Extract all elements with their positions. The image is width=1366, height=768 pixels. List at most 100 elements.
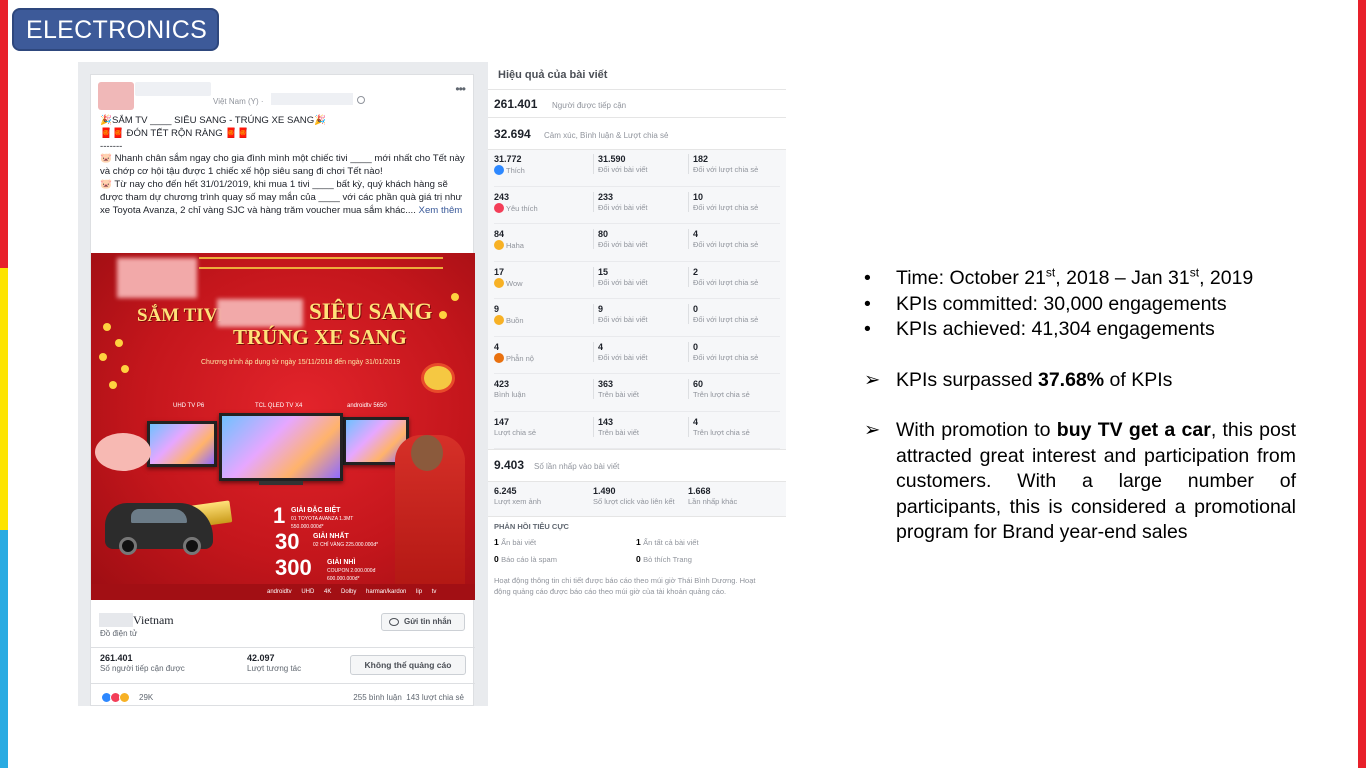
apricot-flower-icon — [109, 381, 117, 389]
reaction-label-text: Đối với bài viết — [598, 202, 648, 212]
click-label: Lần nhấp khác — [688, 497, 738, 506]
reaction-cell: 147 Lượt chia sẻ — [494, 417, 586, 437]
reaction-label: Đối với bài viết — [598, 165, 685, 174]
boost-post-button[interactable]: Không thể quảng cáo — [350, 655, 466, 675]
negative-value: 0 — [494, 554, 499, 564]
reaction-label: Phẫn nộ — [494, 352, 586, 363]
brand-strip: androidtv UHD 4K Dolby harman/kardon lip… — [91, 584, 475, 600]
reaction-label-text: Wow — [506, 278, 523, 288]
reaction-emoji-icon — [494, 165, 504, 175]
reaction-label-text: Đối với bài viết — [598, 240, 648, 249]
reaction-value: 4 — [598, 341, 604, 352]
blurred-post-date — [271, 93, 353, 105]
negative-label: Ẩn bài viết — [501, 538, 537, 547]
reaction-row: 4 Phẫn nộ 4 Đối với bài viết 0 Đối với lượt c… — [494, 337, 780, 374]
reaction-cell: 31.590 Đối với bài viết — [593, 154, 685, 174]
page-avatar[interactable] — [98, 82, 134, 110]
promo-banner-image[interactable]: SẮM TIVI SIÊU SANG TRÚNG XE SANG Chương … — [91, 253, 475, 600]
section-tag: ELECTRONICS — [12, 8, 219, 51]
more-options-icon[interactable]: ••• — [455, 83, 466, 95]
reaction-label-text: Lượt chia sẻ — [494, 427, 537, 437]
prize-3: 300 — [275, 555, 312, 581]
reaction-label: Đối với bài viết — [598, 315, 685, 324]
apricot-flower-icon — [439, 311, 447, 319]
reaction-cell: 233 Đối với bài viết — [593, 191, 685, 212]
reach-stat: 261.401 Số người tiếp cận được — [100, 653, 185, 673]
reaction-value: 4 — [693, 229, 699, 239]
reaction-label: Đối với lượt chia sẻ — [693, 203, 780, 212]
post-line: 🐷 Nhanh chân sắm ngay cho gia đình mình … — [100, 153, 465, 178]
clicks-row: 9.403 Số lần nhấp vào bài viết — [488, 449, 786, 481]
reaction-label-text: Đối với lượt chia sẻ — [693, 277, 759, 287]
banner-title-2: TRÚNG XE SANG — [233, 325, 407, 349]
post-counts: 255 bình luận 143 lượt chia sẻ — [353, 693, 464, 702]
negative-stat: 1 Ẩn bài viết — [494, 537, 536, 547]
left-stripe-red — [0, 0, 8, 268]
reaction-label: Đối với bài viết — [598, 203, 685, 212]
reaction-label-text: Đối với bài viết — [598, 352, 648, 362]
prize-title: GIẢI ĐẶC BIỆT — [291, 507, 341, 514]
prize-number: 30 — [275, 529, 300, 554]
reaction-value: 243 — [494, 191, 510, 202]
comments-count[interactable]: 255 bình luận — [353, 693, 402, 702]
page-name[interactable]: Vietnam — [133, 613, 174, 628]
insights-title: Hiệu quả của bài viết — [498, 69, 608, 81]
reaction-cell: 4 Trên lượt chia sẻ — [688, 416, 780, 437]
prize-number: 1 — [273, 503, 286, 528]
kpi-committed: KPIs committed: 30,000 engagements — [896, 292, 1227, 315]
reaction-row: 9 Buồn 9 Đối với bài viết 0 Đối với lượt chia… — [494, 299, 780, 337]
bullet-time: • Time: October 21st, 2018 – Jan 31st, 2… — [862, 266, 1296, 292]
reaction-label: Đối với lượt chia sẻ — [693, 278, 780, 287]
negative-value: 0 — [636, 554, 641, 564]
negative-value: 1 — [636, 537, 641, 547]
apricot-flower-icon — [115, 339, 123, 347]
prize-title: GIẢI NHẤT — [313, 533, 349, 540]
apricot-flower-icon — [99, 353, 107, 361]
surpassed-prefix: KPIs surpassed — [896, 368, 1038, 391]
reaction-label: Haha — [494, 240, 586, 250]
tv-label: TCL QLED TV X4 — [255, 403, 303, 409]
reaction-value: 10 — [693, 191, 704, 202]
prize-1-label: GIẢI ĐẶC BIỆT 01 TOYOTA AVANZA 1.3MT 550… — [291, 507, 371, 531]
banner-subtitle: Chương trình áp dụng từ ngày 15/11/2018 … — [201, 359, 401, 366]
reaction-value: 143 — [598, 416, 614, 427]
reaction-label: Đối với bài viết — [598, 278, 685, 287]
reaction-label-text: Đối với bài viết — [598, 165, 648, 174]
post-insights-panel: Hiệu quả của bài viết 261.401 Người được… — [488, 62, 788, 706]
time-suffix: , 2019 — [1199, 267, 1254, 289]
banner-ornament — [199, 257, 443, 269]
car-wheel — [183, 537, 201, 555]
engagement-stat: 42.097 Lượt tương tác — [247, 653, 301, 673]
reaction-label-text: Yêu thích — [506, 203, 538, 213]
apricot-flower-icon — [121, 365, 129, 373]
prize-number: 300 — [275, 555, 312, 580]
reaction-row: 243 Yêu thích 233 Đối với bài viết 10 Đối với… — [494, 187, 780, 224]
bullet-dot: • — [864, 318, 871, 340]
reaction-value: 147 — [494, 416, 510, 427]
blurred-logo — [117, 258, 197, 298]
divider — [91, 683, 475, 684]
banner-title-1b: SIÊU SANG — [309, 299, 433, 324]
facebook-screenshot: Việt Nam (Y) · ••• 🎉SẮM TV ____ SIÊU SAN… — [78, 62, 788, 706]
reaction-cell: 15 Đối với bài viết — [593, 266, 685, 287]
click-value: 1.668 — [688, 486, 711, 496]
tv-label: UHD TV P6 — [173, 403, 205, 409]
reaction-value: 80 — [598, 229, 609, 239]
tv-stand — [259, 481, 303, 485]
reaction-cell: 0 Đối với lượt chia sẻ — [688, 341, 780, 362]
car-wheel — [119, 537, 137, 555]
reaction-cell: 10 Đối với lượt chia sẻ — [688, 191, 780, 212]
pig-mascot-icon — [95, 433, 151, 471]
reaction-value: 0 — [693, 304, 699, 314]
reaction-label: Thích — [494, 165, 586, 175]
click-stat: 1.490 Số lượt click vào liên kết — [593, 486, 683, 506]
surpassed-suffix: of KPIs — [1104, 368, 1173, 391]
reaction-emoji-icon — [494, 240, 504, 250]
tv-image — [147, 421, 217, 467]
shares-count[interactable]: 143 lượt chia sẻ — [406, 693, 464, 702]
reaction-emoji-icon — [494, 277, 504, 288]
send-message-button[interactable]: Gửi tin nhắn — [381, 613, 465, 631]
see-more-link[interactable]: Xem thêm — [419, 205, 463, 216]
apricot-flower-icon — [451, 293, 459, 301]
reaction-cell: 4 Phẫn nộ — [494, 342, 586, 363]
